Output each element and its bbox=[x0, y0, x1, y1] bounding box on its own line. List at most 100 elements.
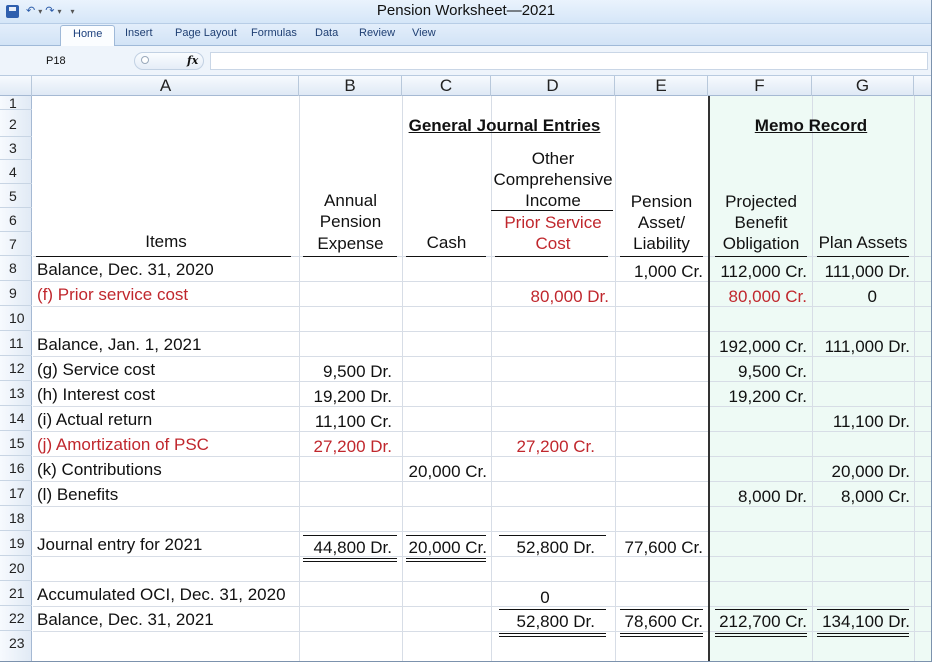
cell-a17[interactable]: (l) Benefits bbox=[37, 485, 118, 505]
row-header[interactable]: 16 bbox=[0, 456, 32, 481]
tab-insert[interactable]: Insert bbox=[125, 27, 153, 39]
cell-g14[interactable]: 11,100 Dr. bbox=[812, 412, 910, 432]
cell-d22[interactable]: 52,800 Dr. bbox=[491, 612, 595, 632]
row-header[interactable]: 21 bbox=[0, 581, 32, 606]
column-header-b[interactable]: B bbox=[299, 76, 402, 96]
cell-e19[interactable]: 77,600 Cr. bbox=[615, 538, 703, 558]
formula-bar: P18 fx bbox=[0, 46, 932, 76]
tab-page-layout[interactable]: Page Layout bbox=[175, 27, 237, 39]
cell-d9[interactable]: 80,000 Dr. bbox=[491, 287, 609, 307]
select-all-corner[interactable] bbox=[0, 76, 32, 96]
row-header[interactable]: 11 bbox=[0, 331, 32, 356]
cell-g9[interactable]: 0 bbox=[812, 287, 877, 307]
cell-f11[interactable]: 192,000 Cr. bbox=[710, 337, 807, 357]
column-header-g[interactable]: G bbox=[812, 76, 914, 96]
row-header[interactable]: 20 bbox=[0, 556, 32, 581]
column-header-d[interactable]: D bbox=[491, 76, 615, 96]
cell-c19[interactable]: 20,000 Cr. bbox=[402, 538, 487, 558]
subtotal-rule bbox=[499, 535, 606, 536]
cell-f8[interactable]: 112,000 Cr. bbox=[710, 262, 807, 282]
insert-function-icon[interactable]: fx bbox=[187, 54, 198, 67]
cell-g8[interactable]: 111,000 Dr. bbox=[812, 262, 910, 282]
row-header[interactable]: 3 bbox=[0, 137, 32, 160]
cell-b15[interactable]: 27,200 Dr. bbox=[299, 437, 392, 457]
cell-a9[interactable]: (f) Prior service cost bbox=[37, 285, 188, 305]
cell-f17[interactable]: 8,000 Dr. bbox=[710, 487, 807, 507]
gridline bbox=[33, 531, 932, 532]
header-rule bbox=[495, 256, 608, 257]
cell-e8[interactable]: 1,000 Cr. bbox=[615, 262, 703, 282]
row-header[interactable]: 17 bbox=[0, 481, 32, 506]
tab-review[interactable]: Review bbox=[359, 27, 395, 39]
row-header[interactable]: 6 bbox=[0, 208, 32, 232]
total-double-rule bbox=[620, 633, 703, 637]
worksheet-grid[interactable]: General Journal Entries Memo Record Item… bbox=[33, 96, 932, 662]
cell-g11[interactable]: 111,000 Dr. bbox=[812, 337, 910, 357]
row-header[interactable]: 9 bbox=[0, 281, 32, 306]
row-headers: 1 2 3 4 5 6 7 8 9 10 11 12 13 14 15 16 1… bbox=[0, 96, 32, 662]
row-header[interactable]: 19 bbox=[0, 531, 32, 556]
row-header[interactable]: 4 bbox=[0, 160, 32, 184]
row-header[interactable]: 12 bbox=[0, 356, 32, 381]
cell-f22[interactable]: 212,700 Cr. bbox=[710, 612, 807, 632]
cell-c16[interactable]: 20,000 Cr. bbox=[402, 462, 487, 482]
cell-b13[interactable]: 19,200 Dr. bbox=[299, 387, 392, 407]
row-header[interactable]: 23 bbox=[0, 631, 32, 662]
oci-header-line: Other bbox=[531, 149, 575, 168]
row-header[interactable]: 14 bbox=[0, 406, 32, 431]
column-header-c[interactable]: C bbox=[402, 76, 491, 96]
cell-b12[interactable]: 9,500 Dr. bbox=[299, 362, 392, 382]
row-header[interactable]: 13 bbox=[0, 381, 32, 406]
cell-e22[interactable]: 78,600 Cr. bbox=[615, 612, 703, 632]
cell-g16[interactable]: 20,000 Dr. bbox=[812, 462, 910, 482]
column-header-e[interactable]: E bbox=[615, 76, 708, 96]
cell-d21[interactable]: 0 bbox=[491, 588, 599, 608]
cell-a13[interactable]: (h) Interest cost bbox=[37, 385, 155, 405]
formula-bar-resize-handle[interactable] bbox=[141, 56, 149, 64]
column-headers: A B C D E F G bbox=[0, 76, 932, 96]
row-header[interactable]: 7 bbox=[0, 232, 32, 256]
tab-formulas[interactable]: Formulas bbox=[251, 27, 297, 39]
row-header[interactable]: 18 bbox=[0, 506, 32, 531]
column-header-f[interactable]: F bbox=[708, 76, 812, 96]
gridline bbox=[402, 96, 403, 662]
tab-view[interactable]: View bbox=[412, 27, 436, 39]
cell-a14[interactable]: (i) Actual return bbox=[37, 410, 152, 430]
cell-a22[interactable]: Balance, Dec. 31, 2021 bbox=[37, 610, 214, 630]
annual-expense-header-line: Pension bbox=[319, 212, 382, 231]
cell-a16[interactable]: (k) Contributions bbox=[37, 460, 162, 480]
row-header[interactable]: 5 bbox=[0, 184, 32, 208]
row-header[interactable]: 8 bbox=[0, 256, 32, 281]
row-header[interactable]: 1 bbox=[0, 96, 32, 110]
balance-rule bbox=[715, 609, 807, 610]
row-header[interactable]: 22 bbox=[0, 606, 32, 631]
cell-a12[interactable]: (g) Service cost bbox=[37, 360, 155, 380]
cell-b19[interactable]: 44,800 Dr. bbox=[299, 538, 392, 558]
tab-data[interactable]: Data bbox=[315, 27, 338, 39]
total-double-rule bbox=[303, 558, 397, 562]
cell-d15[interactable]: 27,200 Cr. bbox=[491, 437, 595, 457]
cell-b14[interactable]: 11,100 Cr. bbox=[299, 412, 392, 432]
gridline bbox=[33, 606, 932, 607]
general-journal-entries-heading: General Journal Entries bbox=[408, 116, 601, 135]
cell-f12[interactable]: 9,500 Cr. bbox=[710, 362, 807, 382]
oci-header-line: Income bbox=[525, 191, 581, 210]
cell-g22[interactable]: 134,100 Dr. bbox=[812, 612, 910, 632]
row-header[interactable]: 10 bbox=[0, 306, 32, 331]
cell-f9[interactable]: 80,000 Cr. bbox=[710, 287, 807, 307]
cell-a11[interactable]: Balance, Jan. 1, 2021 bbox=[37, 335, 201, 355]
cell-a21[interactable]: Accumulated OCI, Dec. 31, 2020 bbox=[37, 585, 286, 605]
column-header-a[interactable]: A bbox=[33, 76, 299, 96]
tab-home[interactable]: Home bbox=[60, 25, 116, 46]
cell-a8[interactable]: Balance, Dec. 31, 2020 bbox=[37, 260, 214, 280]
row-header[interactable]: 15 bbox=[0, 431, 32, 456]
cell-g17[interactable]: 8,000 Cr. bbox=[812, 487, 910, 507]
cell-d19[interactable]: 52,800 Dr. bbox=[491, 538, 595, 558]
cell-a19[interactable]: Journal entry for 2021 bbox=[37, 535, 202, 555]
items-header: Items bbox=[145, 232, 187, 251]
row-header[interactable]: 2 bbox=[0, 110, 32, 137]
cell-a15[interactable]: (j) Amortization of PSC bbox=[37, 435, 209, 455]
cell-f13[interactable]: 19,200 Cr. bbox=[710, 387, 807, 407]
formula-input[interactable] bbox=[210, 52, 928, 70]
name-box[interactable]: P18 bbox=[8, 53, 128, 69]
